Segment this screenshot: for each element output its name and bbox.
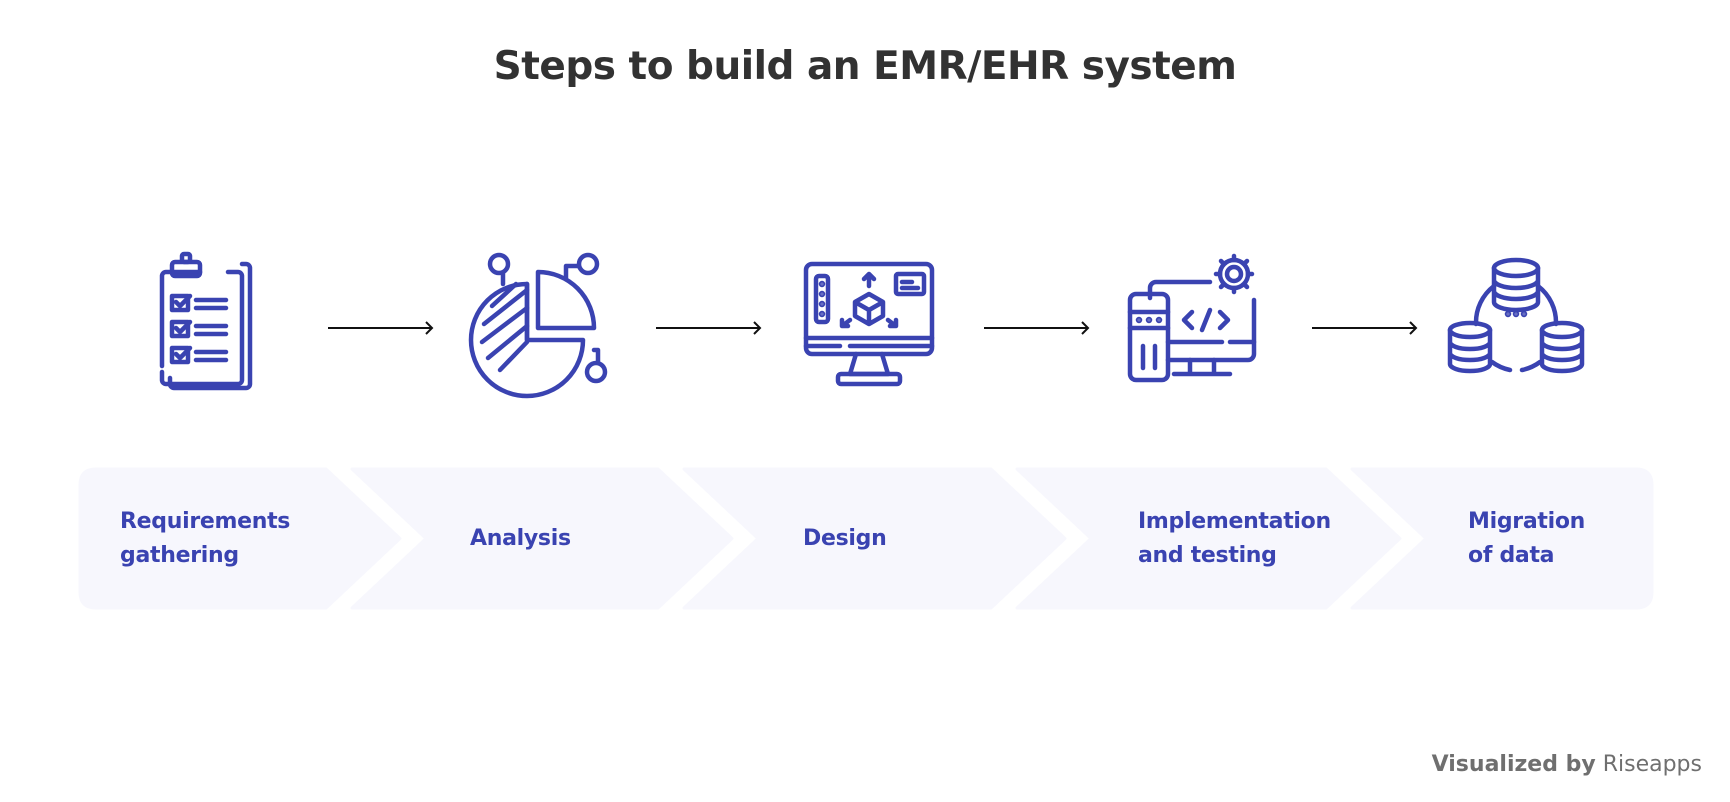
clipboard-checklist-icon: [140, 250, 280, 391]
flow-arrow-icon: [982, 318, 1092, 338]
database-network-icon: [1446, 250, 1586, 390]
flow-arrow-icon: [1310, 318, 1420, 338]
page-title: Steps to build an EMR/EHR system: [493, 44, 1237, 89]
process-band: [0, 0, 1730, 802]
attribution-brand: Riseapps: [1602, 752, 1702, 777]
step-label-design: Design: [803, 526, 887, 551]
flow-arrow-icon: [654, 318, 764, 338]
step-label-requirements: Requirements gathering: [120, 509, 291, 568]
flow-arrow-icon: [326, 318, 436, 338]
computer-code-gear-icon: [1126, 250, 1266, 390]
monitor-3d-design-icon: [800, 250, 940, 390]
attribution-prefix: Visualized by: [1431, 752, 1596, 777]
step-label-analysis: Analysis: [470, 526, 571, 551]
pie-chart-analysis-icon: [468, 250, 610, 399]
step-label-implementation: Implementation and testing: [1138, 509, 1331, 568]
step-label-migration: Migration of data: [1468, 509, 1586, 568]
attribution: Visualized by Riseapps: [1432, 752, 1702, 777]
